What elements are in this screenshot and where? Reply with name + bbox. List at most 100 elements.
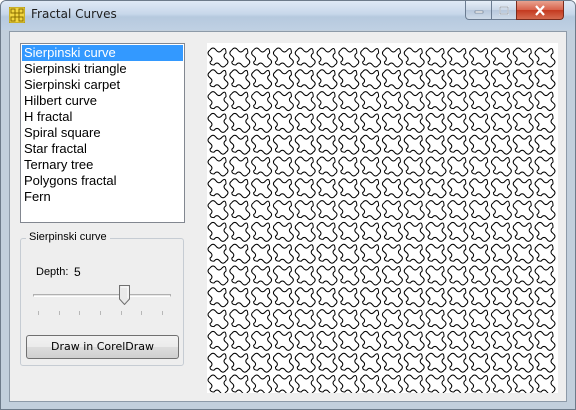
curve-segment xyxy=(469,309,491,330)
curve-segment xyxy=(534,112,556,133)
curve-segment xyxy=(360,178,382,199)
curve-segment xyxy=(534,91,556,112)
curve-segment xyxy=(403,134,425,155)
list-item[interactable]: Sierpinski triangle xyxy=(22,61,183,77)
depth-value: 5 xyxy=(74,265,81,279)
curve-segment xyxy=(207,287,229,308)
curve-segment xyxy=(425,221,447,242)
curve-segment xyxy=(490,91,512,112)
curve-segment xyxy=(294,330,316,351)
curve-segment xyxy=(272,200,294,221)
draw-in-coreldraw-button[interactable]: Draw in CorelDraw xyxy=(26,335,179,359)
curve-segment xyxy=(512,221,534,242)
curve-segment xyxy=(469,352,491,373)
curve-segment xyxy=(469,156,491,177)
curve-segment xyxy=(403,178,425,199)
curve-segment xyxy=(316,287,338,308)
close-button[interactable] xyxy=(516,1,564,20)
curve-segment xyxy=(469,69,491,90)
curve-segment xyxy=(360,309,382,330)
fractal-canvas xyxy=(207,43,558,393)
close-icon xyxy=(535,4,545,16)
curve-segment xyxy=(207,265,229,286)
curve-segment xyxy=(294,265,316,286)
list-item[interactable]: Fern xyxy=(22,189,183,205)
curve-segment xyxy=(272,309,294,330)
curve-segment xyxy=(229,352,251,373)
minimize-icon xyxy=(474,10,483,14)
curve-segment xyxy=(381,156,403,177)
curve-segment xyxy=(338,178,360,199)
curve-segment xyxy=(207,200,229,221)
curve-segment xyxy=(469,287,491,308)
curve-segment xyxy=(447,265,469,286)
fractal-listbox[interactable]: Sierpinski curve Sierpinski triangle Sierp… xyxy=(20,43,185,223)
curve-segment xyxy=(447,243,469,264)
curve-segment xyxy=(316,91,338,112)
curve-segment xyxy=(490,287,512,308)
maximize-button[interactable] xyxy=(491,1,517,20)
list-item[interactable]: H fractal xyxy=(22,109,183,125)
curve-segment xyxy=(251,178,273,199)
list-item[interactable]: Spiral square xyxy=(22,125,183,141)
curve-segment xyxy=(294,178,316,199)
list-item[interactable]: Sierpinski carpet xyxy=(22,77,183,93)
curve-segment xyxy=(425,91,447,112)
minimize-button[interactable] xyxy=(465,1,492,20)
curve-segment xyxy=(207,69,229,90)
curve-segment xyxy=(490,330,512,351)
curve-segment xyxy=(229,69,251,90)
curve-segment xyxy=(469,374,491,393)
curve-segment xyxy=(360,47,382,68)
curve-segment xyxy=(229,243,251,264)
curve-segment xyxy=(512,47,534,68)
curve-segment xyxy=(207,134,229,155)
curve-segment xyxy=(272,265,294,286)
curve-segment xyxy=(229,265,251,286)
list-item[interactable]: Polygons fractal xyxy=(22,173,183,189)
curve-segment xyxy=(360,112,382,133)
curve-segment xyxy=(316,352,338,373)
curve-segment xyxy=(381,221,403,242)
curve-segment xyxy=(447,221,469,242)
list-item[interactable]: Hilbert curve xyxy=(22,93,183,109)
curve-segment xyxy=(512,69,534,90)
curve-segment xyxy=(534,309,556,330)
curve-segment xyxy=(534,287,556,308)
curve-segment xyxy=(272,47,294,68)
depth-slider-thumb[interactable] xyxy=(119,285,131,305)
curve-segment xyxy=(316,134,338,155)
curve-segment xyxy=(425,265,447,286)
curve-segment xyxy=(403,374,425,393)
title-bar[interactable]: Fractal Curves xyxy=(1,1,575,30)
window-title: Fractal Curves xyxy=(31,7,117,21)
curve-segment xyxy=(534,134,556,155)
curve-segment xyxy=(403,330,425,351)
curve-segment xyxy=(338,265,360,286)
slider-tick xyxy=(120,311,122,315)
slider-tick xyxy=(79,311,81,315)
curve-segment xyxy=(316,221,338,242)
curve-segment xyxy=(425,243,447,264)
curve-segment xyxy=(403,352,425,373)
fractal-app-icon xyxy=(9,7,25,23)
curve-segment xyxy=(272,69,294,90)
curve-segment xyxy=(490,374,512,393)
curve-segment xyxy=(251,265,273,286)
curve-segment xyxy=(360,200,382,221)
list-item[interactable]: Star fractal xyxy=(22,141,183,157)
curve-segment xyxy=(272,330,294,351)
curve-segment xyxy=(447,134,469,155)
curve-segment xyxy=(251,112,273,133)
list-item[interactable]: Sierpinski curve xyxy=(22,45,183,61)
curve-segment xyxy=(403,200,425,221)
curve-segment xyxy=(469,47,491,68)
depth-slider-track[interactable] xyxy=(33,294,171,297)
curve-segment xyxy=(534,200,556,221)
curve-segment xyxy=(512,156,534,177)
curve-segment xyxy=(338,221,360,242)
curve-segment xyxy=(447,178,469,199)
list-item[interactable]: Ternary tree xyxy=(22,157,183,173)
curve-segment xyxy=(316,200,338,221)
curve-segment xyxy=(272,243,294,264)
